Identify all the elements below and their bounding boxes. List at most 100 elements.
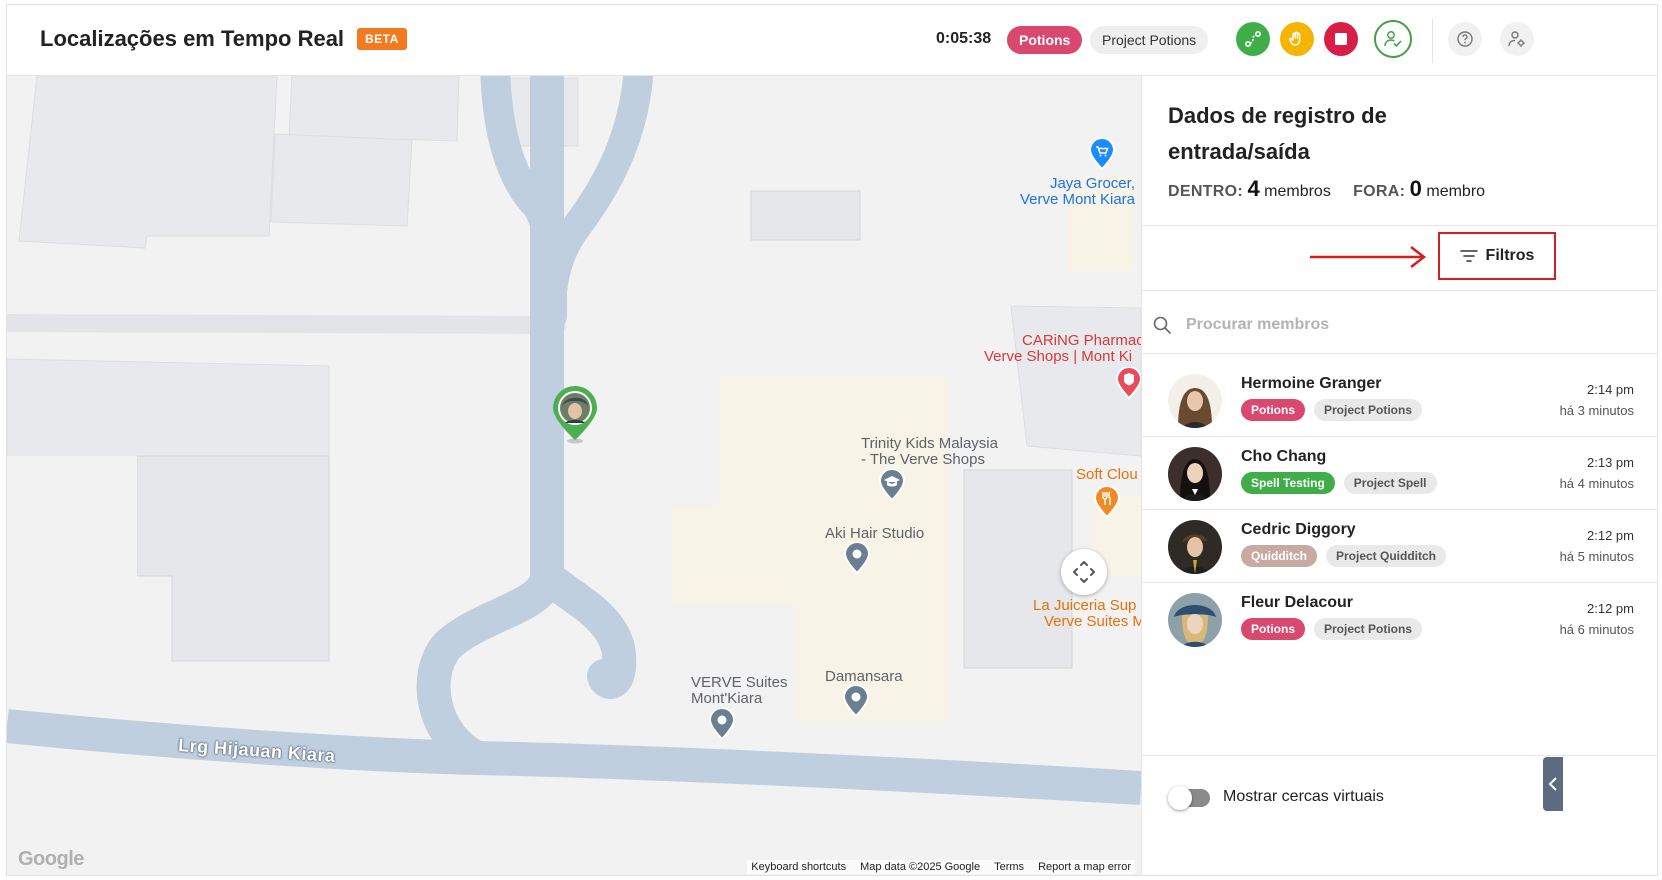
header-divider <box>1432 19 1433 63</box>
outside-count: 0 <box>1409 176 1422 201</box>
member-name: Fleur Delacour <box>1241 594 1354 611</box>
user-check-icon <box>1384 31 1402 48</box>
search-icon <box>1153 316 1171 334</box>
checkin-ago: há 5 minutos <box>1559 549 1634 564</box>
break-button[interactable] <box>1280 22 1314 56</box>
member-row[interactable]: Cho Chang Spell Testing Project Spell 2:… <box>1142 437 1657 510</box>
map-marker-icon <box>708 707 736 741</box>
poi-line: Mont'Kiara <box>691 690 763 707</box>
search-input[interactable] <box>1186 316 1586 334</box>
poi-line: CARiNG Pharmac <box>1022 333 1141 349</box>
stop-icon <box>1335 33 1347 45</box>
inside-count: 4 <box>1247 176 1260 201</box>
member-row[interactable]: Fleur Delacour Potions Project Potions 2… <box>1142 583 1657 656</box>
top-bar: Localizações em Tempo Real BETA 0:05:38 … <box>7 5 1657 76</box>
poi-damansara[interactable]: Damansara <box>825 669 903 685</box>
terms-link[interactable]: Terms <box>994 861 1024 873</box>
aki-hair-pin[interactable] <box>843 541 871 579</box>
hand-icon <box>1289 31 1301 46</box>
checkin-ago: há 3 minutos <box>1559 403 1634 418</box>
member-row[interactable]: Hermoine Granger Potions Project Potions… <box>1142 364 1657 437</box>
geofence-toggle[interactable] <box>1168 786 1210 810</box>
map-marker-icon <box>842 684 870 718</box>
fork-knife-icon <box>1093 485 1121 519</box>
damansara-pin[interactable] <box>842 684 870 722</box>
grocery-pin[interactable] <box>1088 137 1116 175</box>
member-tags: Potions Project Potions <box>1241 399 1423 421</box>
project-chip[interactable]: Project Potions <box>1090 26 1209 54</box>
poi-trinity-kids[interactable]: Trinity Kids Malaysia - The Verve Shops <box>861 436 998 468</box>
checkin-time: 2:13 pm <box>1587 455 1634 470</box>
settings-user-icon <box>1508 31 1525 47</box>
avatar <box>1168 374 1222 428</box>
poi-jaya-grocer[interactable]: Jaya Grocer, Verve Mont Kiara <box>1007 176 1135 208</box>
beta-badge: BETA <box>357 28 407 50</box>
map-view[interactable]: Lrg Hijauan Kiara Jaya Grocer, Verve Mon… <box>7 76 1141 875</box>
member-tags: Potions Project Potions <box>1241 618 1423 640</box>
shopping-cart-icon <box>1088 137 1116 171</box>
poi-verve-suites[interactable]: VERVE Suites Mont'Kiara <box>691 675 787 707</box>
member-row[interactable]: Cedric Diggory Quidditch Project Quiddit… <box>1142 510 1657 583</box>
divider <box>1142 225 1657 226</box>
poi-la-juiceria[interactable]: La Juiceria Sup Verve Suites M <box>1033 598 1141 630</box>
verve-suites-pin[interactable] <box>708 707 736 745</box>
restaurant-pin[interactable] <box>1093 485 1121 523</box>
checkin-ago: há 4 minutos <box>1559 476 1634 491</box>
route-button[interactable] <box>1236 22 1270 56</box>
poi-soft-cloud[interactable]: Soft Clou <box>1076 467 1138 483</box>
user-settings-button[interactable] <box>1500 22 1534 56</box>
poi-line: - The Verve Shops <box>861 451 985 468</box>
attendance-counts: DENTRO: 4 membros FORA: 0 membro <box>1168 176 1485 202</box>
checkin-time: 2:12 pm <box>1587 601 1634 616</box>
avatar <box>1168 447 1222 501</box>
divider <box>1142 755 1657 756</box>
school-pin[interactable] <box>878 468 906 506</box>
pharmacy-pin[interactable] <box>1115 366 1141 404</box>
outside-label: FORA: <box>1353 183 1406 200</box>
avatar <box>1168 593 1222 647</box>
poi-line: Verve Mont Kiara <box>1019 191 1135 208</box>
member-tags: Spell Testing Project Spell <box>1241 472 1437 494</box>
poi-line: Verve Suites M <box>1044 613 1141 630</box>
divider <box>1142 353 1657 354</box>
group-tag: Potions <box>1241 618 1305 640</box>
group-tag: Quidditch <box>1241 545 1317 567</box>
session-timer: 0:05:38 <box>936 30 992 47</box>
poi-line: Verve Shops | Mont Ki <box>984 348 1133 365</box>
poi-line: Soft Clou <box>1076 466 1138 483</box>
member-status-button[interactable] <box>1374 20 1412 58</box>
poi-line: Trinity Kids Malaysia <box>861 435 998 452</box>
avatar <box>1168 520 1222 574</box>
filters-button[interactable]: Filtros <box>1438 232 1556 280</box>
checkin-ago: há 6 minutos <box>1559 622 1634 637</box>
group-tag: Potions <box>1241 399 1305 421</box>
map-pan-control[interactable] <box>1061 549 1107 595</box>
geofence-toggle-label: Mostrar cercas virtuais <box>1223 788 1384 805</box>
inside-label: DENTRO: <box>1168 183 1243 200</box>
help-button[interactable] <box>1448 22 1482 56</box>
page-title: Localizações em Tempo Real <box>40 26 345 51</box>
divider <box>1142 290 1657 291</box>
poi-caring-pharmacy[interactable]: CARiNG Pharmac Verve Shops | Mont Ki <box>972 333 1141 365</box>
poi-line: VERVE Suites <box>691 674 788 691</box>
poi-aki-hair[interactable]: Aki Hair Studio <box>825 526 924 542</box>
poi-line: Damansara <box>825 668 903 685</box>
move-arrows-icon <box>1073 561 1095 583</box>
member-search <box>1152 310 1650 340</box>
member-name: Cedric Diggory <box>1241 521 1356 538</box>
stop-button[interactable] <box>1324 22 1358 56</box>
checkin-time: 2:12 pm <box>1587 528 1634 543</box>
google-logo: Google <box>18 848 84 870</box>
keyboard-shortcuts-link[interactable]: Keyboard shortcuts <box>751 861 846 873</box>
checkin-time: 2:14 pm <box>1587 382 1634 397</box>
member-location-marker[interactable] <box>551 386 599 449</box>
group-chip[interactable]: Potions <box>1007 26 1083 54</box>
project-tag: Project Spell <box>1343 472 1437 494</box>
collapse-panel-button[interactable] <box>1543 757 1563 811</box>
graduation-cap-icon <box>878 468 906 502</box>
report-error-link[interactable]: Report a map error <box>1038 861 1131 873</box>
project-tag: Project Potions <box>1314 399 1423 421</box>
attendance-panel: Dados de registro de entrada/saída DENTR… <box>1141 76 1657 875</box>
filters-label: Filtros <box>1485 247 1535 264</box>
outside-unit: membro <box>1426 183 1486 200</box>
